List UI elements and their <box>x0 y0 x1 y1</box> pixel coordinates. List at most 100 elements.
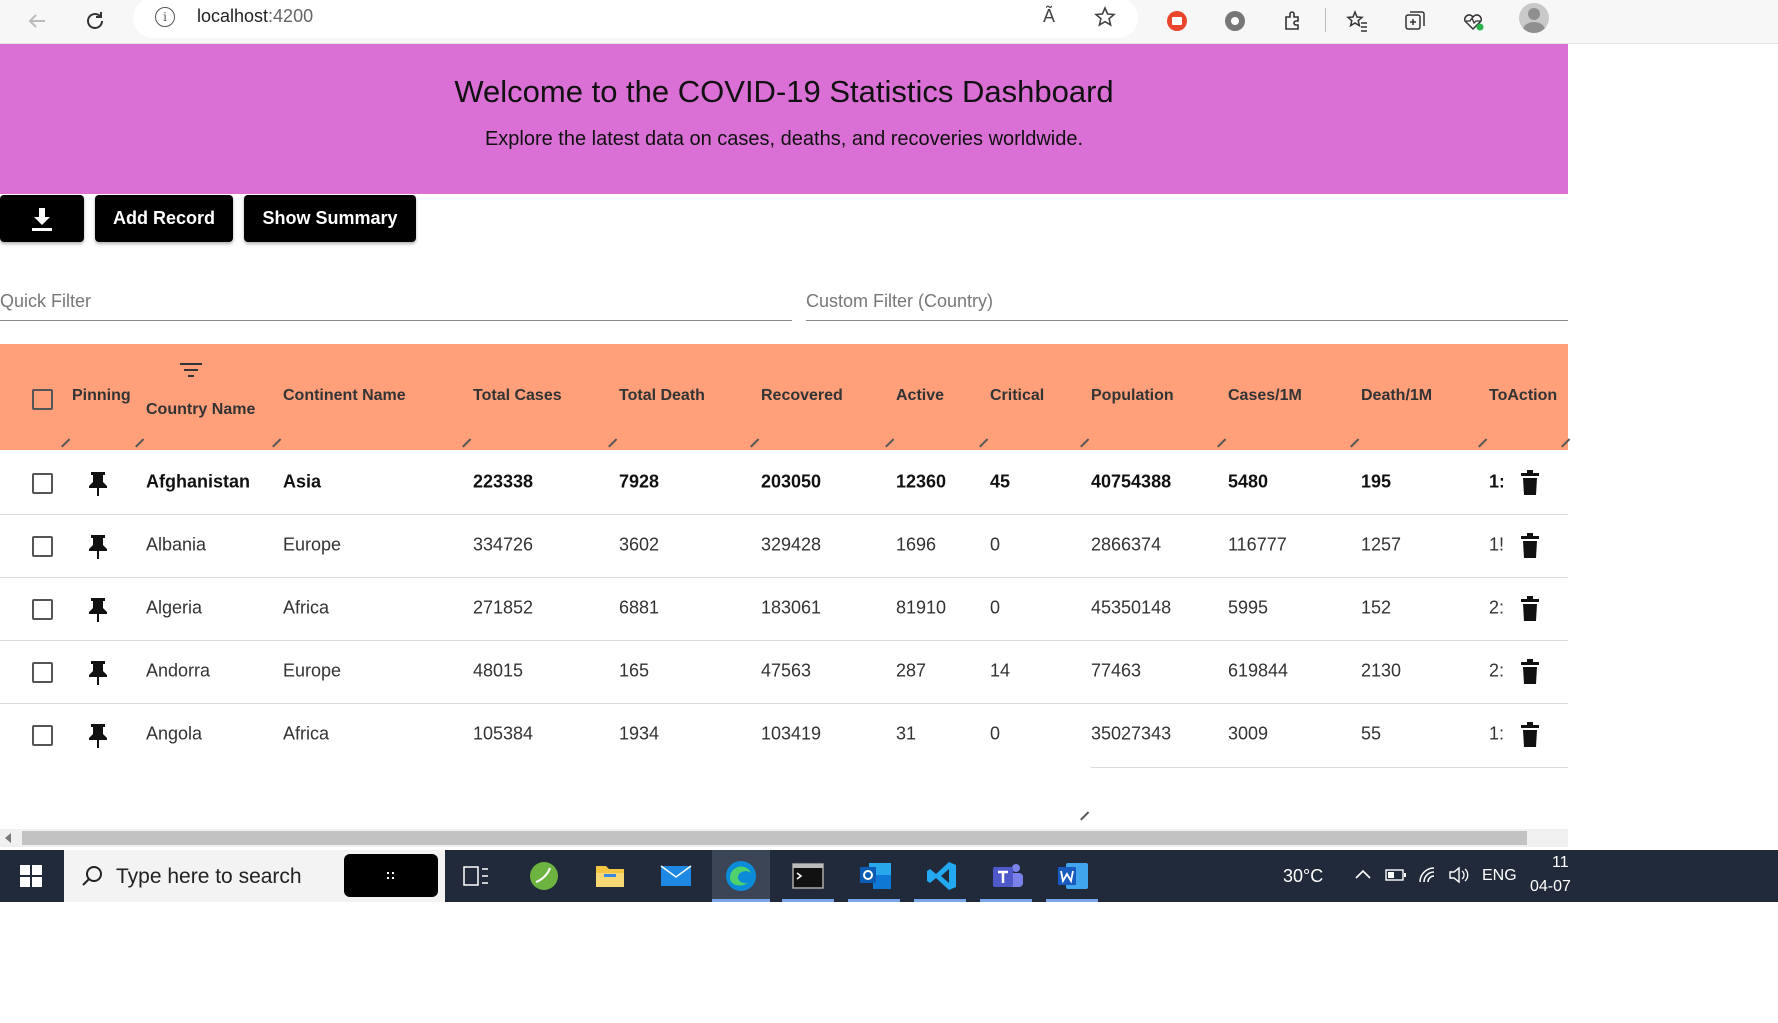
table-row[interactable]: Afghanistan Asia 223338 7928 203050 1236… <box>0 451 1568 515</box>
spring-tool-app[interactable] <box>526 858 562 894</box>
favorites-icon <box>1346 9 1367 32</box>
table-row[interactable]: Albania Europe 334726 3602 329428 1696 0… <box>0 514 1568 578</box>
back-arrow-icon <box>28 14 45 28</box>
cell-country: Algeria <box>146 597 203 618</box>
reload-button[interactable] <box>78 4 112 38</box>
battery-icon[interactable] <box>1385 868 1407 882</box>
favorites-button[interactable] <box>1340 4 1374 38</box>
extension-red-icon[interactable] <box>1160 4 1194 38</box>
column-resize-handle[interactable] <box>884 438 894 448</box>
pin-icon[interactable] <box>88 470 108 496</box>
table-row[interactable]: Angola Africa 105384 1934 103419 31 0 35… <box>0 703 1568 766</box>
header-country-name[interactable]: Country Name <box>146 401 255 419</box>
file-explorer-app[interactable] <box>592 858 628 894</box>
word-app[interactable] <box>1055 858 1091 894</box>
task-view-button[interactable] <box>458 858 494 894</box>
delete-icon[interactable] <box>1520 470 1540 496</box>
column-resize-handle[interactable] <box>271 438 281 448</box>
header-active[interactable]: Active <box>896 387 944 405</box>
delete-icon[interactable] <box>1520 722 1540 748</box>
teams-app[interactable] <box>990 858 1026 894</box>
header-pinning[interactable]: Pinning <box>72 387 131 405</box>
row-select-checkbox[interactable] <box>32 599 53 620</box>
column-resize-handle[interactable] <box>1349 438 1359 448</box>
back-button[interactable] <box>20 4 54 38</box>
delete-icon[interactable] <box>1520 533 1540 559</box>
grid-resize-handle[interactable] <box>1079 811 1089 821</box>
column-resize-handle[interactable] <box>1477 438 1487 448</box>
column-resize-handle[interactable] <box>1216 438 1226 448</box>
pin-icon[interactable] <box>88 596 108 622</box>
header-recovered[interactable]: Recovered <box>761 387 843 405</box>
cell-total-cases: 223338 <box>473 471 534 492</box>
outlook-app[interactable] <box>858 858 894 894</box>
input-language[interactable]: ENG <box>1482 867 1517 885</box>
edge-browser-app[interactable] <box>723 858 759 894</box>
cell-population: 40754388 <box>1091 471 1172 492</box>
address-bar[interactable]: i localhost:4200 Ã <box>133 0 1138 38</box>
row-select-checkbox[interactable] <box>32 662 53 683</box>
column-resize-handle[interactable] <box>607 438 617 448</box>
delete-icon[interactable] <box>1520 659 1540 685</box>
delete-icon[interactable] <box>1520 596 1540 622</box>
taskbar-search-box[interactable]: Type here to search <box>64 850 445 902</box>
row-select-checkbox[interactable] <box>32 473 53 494</box>
column-resize-handle[interactable] <box>1079 438 1089 448</box>
collections-button[interactable] <box>1398 4 1432 38</box>
column-resize-handle[interactable] <box>134 438 144 448</box>
favorite-star-icon[interactable] <box>1093 5 1117 29</box>
wifi-icon[interactable] <box>1418 866 1440 884</box>
header-cases-per-1m[interactable]: Cases/1M <box>1228 387 1302 405</box>
quick-filter-input[interactable] <box>0 282 792 321</box>
row-select-checkbox[interactable] <box>32 725 53 746</box>
read-aloud-icon[interactable]: Ã <box>1043 6 1055 27</box>
browser-essentials-button[interactable] <box>1456 4 1490 38</box>
cell-cases-per-1m: 116777 <box>1228 534 1287 555</box>
header-continent-name[interactable]: Continent Name <box>283 387 406 405</box>
download-button[interactable] <box>0 195 84 242</box>
select-all-checkbox[interactable] <box>32 389 53 410</box>
cell-cases-per-1m: 3009 <box>1228 723 1269 744</box>
header-total-death[interactable]: Total Death <box>619 387 705 405</box>
header-death-per-1m[interactable]: Death/1M <box>1361 387 1432 405</box>
add-record-button[interactable]: Add Record <box>95 195 233 242</box>
windows-start-icon[interactable] <box>20 865 42 887</box>
table-row[interactable]: Algeria Africa 271852 6881 183061 81910 … <box>0 577 1568 641</box>
pin-icon[interactable] <box>88 533 108 559</box>
clock-time[interactable]: 11 <box>1552 854 1569 872</box>
scrollbar-thumb[interactable] <box>22 831 1527 845</box>
weather-temperature[interactable]: 30°C <box>1283 866 1323 887</box>
column-resize-handle[interactable] <box>1560 438 1570 448</box>
cell-country: Andorra <box>146 660 211 681</box>
row-select-checkbox[interactable] <box>32 536 53 557</box>
column-resize-handle[interactable] <box>461 438 471 448</box>
header-population[interactable]: Population <box>1091 387 1174 405</box>
pin-icon[interactable] <box>88 659 108 685</box>
header-total-cases[interactable]: Total Cases <box>473 387 562 405</box>
vscode-app[interactable] <box>924 858 960 894</box>
site-info-icon[interactable]: i <box>155 7 175 27</box>
mail-icon <box>660 865 692 886</box>
mail-app[interactable] <box>658 858 694 894</box>
column-resize-handle[interactable] <box>749 438 759 448</box>
volume-icon[interactable] <box>1448 866 1470 884</box>
custom-filter-country-input[interactable] <box>806 282 1568 321</box>
table-row[interactable]: Andorra Europe 48015 165 47563 287 14 77… <box>0 640 1568 704</box>
filter-icon[interactable] <box>179 362 203 380</box>
chevron-up-icon[interactable] <box>1354 868 1372 880</box>
pin-icon[interactable] <box>88 722 108 748</box>
show-summary-button[interactable]: Show Summary <box>244 195 416 242</box>
scroll-left-arrow-icon[interactable] <box>5 833 11 843</box>
clock-date[interactable]: 04-07 <box>1530 878 1571 896</box>
column-resize-handle[interactable] <box>60 438 70 448</box>
column-resize-handle[interactable] <box>978 438 988 448</box>
cell-active: 287 <box>896 660 927 681</box>
terminal-app[interactable] <box>790 858 826 894</box>
header-critical[interactable]: Critical <box>990 387 1044 405</box>
profile-avatar[interactable] <box>1519 3 1549 33</box>
search-highlight-image[interactable] <box>344 854 438 897</box>
horizontal-scrollbar[interactable] <box>0 829 1568 847</box>
extensions-button[interactable] <box>1276 4 1310 38</box>
header-to-action[interactable]: ToAction <box>1489 387 1557 405</box>
extension-gear-icon[interactable] <box>1218 4 1252 38</box>
